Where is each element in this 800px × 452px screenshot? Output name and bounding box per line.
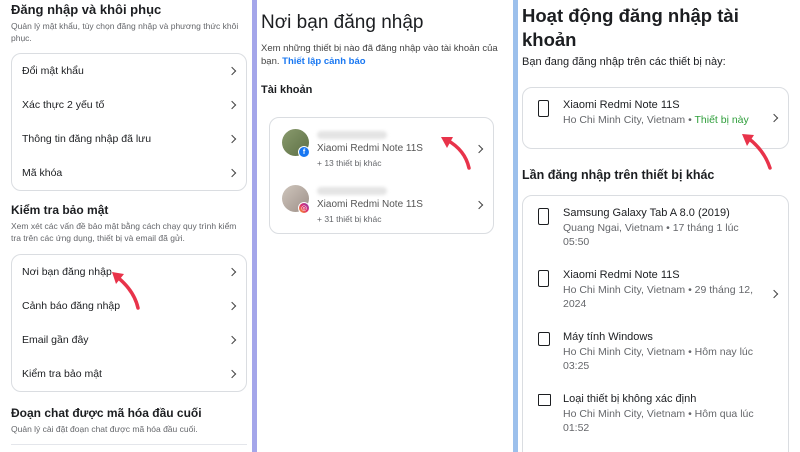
chevron-right-icon xyxy=(227,134,237,144)
computer-icon xyxy=(538,332,550,346)
security-check-card: Nơi bạn đăng nhập Cảnh báo đăng nhập Ema… xyxy=(11,254,247,392)
chevron-right-icon xyxy=(227,100,237,110)
change-password-item[interactable]: Đổi mật khẩu xyxy=(12,54,246,88)
setup-alerts-link[interactable]: Thiết lập cảnh báo xyxy=(282,56,365,67)
current-device-card[interactable]: Xiaomi Redmi Note 11S Ho Chi Minh City, … xyxy=(522,87,789,149)
bottom-card-edge xyxy=(11,444,247,452)
saved-login-item[interactable]: Thông tin đăng nhập đã lưu xyxy=(12,122,246,156)
chevron-right-icon xyxy=(474,144,484,154)
phone-icon xyxy=(538,100,549,117)
login-activity-panel: Hoạt động đăng nhập tài khoản Bạn đang đ… xyxy=(518,0,800,452)
login-recovery-heading: Đăng nhập và khôi phục xyxy=(11,2,162,17)
other-devices-heading: Lần đăng nhập trên thiết bị khác xyxy=(522,168,715,182)
device-meta: Ho Chi Minh City, Vietnam • 29 tháng 12,… xyxy=(563,284,754,310)
two-factor-item[interactable]: Xác thực 2 yếu tố xyxy=(12,88,246,122)
login-recovery-description: Quản lý mật khẩu, tùy chọn đăng nhập và … xyxy=(11,21,239,43)
device-meta: Ho Chi Minh City, Vietnam • Thiết bị này xyxy=(563,113,763,127)
unknown-device-icon xyxy=(538,394,551,406)
device-name: Xiaomi Redmi Note 11S xyxy=(563,99,680,111)
device-meta: Quang Ngai, Vietnam • 17 tháng 1 lúc 05:… xyxy=(563,222,739,248)
device-name: Loại thiết bị không xác định xyxy=(563,393,697,405)
e2e-chat-description: Quản lý cài đặt đoạn chat được mã hóa đầ… xyxy=(11,424,198,434)
item-label: Email gần đây xyxy=(22,334,89,346)
page-title: Hoạt động đăng nhập tài khoản xyxy=(522,5,739,50)
account-more-devices: + 13 thiết bị khác xyxy=(317,158,382,168)
chevron-right-icon xyxy=(769,113,779,123)
page-title: Nơi bạn đăng nhập xyxy=(261,12,424,33)
device-meta: Ho Chi Minh City, Vietnam • Hôm qua lúc … xyxy=(563,408,754,434)
recent-emails-item[interactable]: Email gần đây xyxy=(12,323,246,357)
account-row-instagram[interactable]: ◎ Xiaomi Redmi Note 11S + 31 thiết bị kh… xyxy=(270,177,493,233)
login-options-card: Đổi mật khẩu Xác thực 2 yếu tố Thông tin… xyxy=(11,53,247,191)
item-label: Thông tin đăng nhập đã lưu xyxy=(22,133,152,145)
tablet-icon xyxy=(538,208,549,225)
security-settings-panel: Đăng nhập và khôi phục Quản lý mật khẩu,… xyxy=(0,0,252,452)
item-label: Đổi mật khẩu xyxy=(22,65,84,77)
device-name: Xiaomi Redmi Note 11S xyxy=(563,269,680,281)
chevron-right-icon xyxy=(227,369,237,379)
other-devices-card: Samsung Galaxy Tab A 8.0 (2019) Quang Ng… xyxy=(522,195,789,452)
device-name: Máy tính Windows xyxy=(563,331,653,343)
accounts-card: f Xiaomi Redmi Note 11S + 13 thiết bị kh… xyxy=(269,117,494,234)
phone-icon xyxy=(538,270,549,287)
chevron-right-icon xyxy=(227,267,237,277)
chevron-right-icon xyxy=(227,168,237,178)
chevron-right-icon xyxy=(474,200,484,210)
account-device: Xiaomi Redmi Note 11S xyxy=(317,199,423,210)
security-checkup-item[interactable]: Kiểm tra bảo mật xyxy=(12,357,246,391)
accounts-label: Tài khoản xyxy=(261,84,313,96)
item-label: Cảnh báo đăng nhập xyxy=(22,300,121,312)
passkey-item[interactable]: Mã khóa xyxy=(12,156,246,190)
facebook-icon: f xyxy=(298,146,310,158)
device-location: Ho Chi Minh City, Vietnam • xyxy=(563,114,692,126)
device-meta: Ho Chi Minh City, Vietnam • Hôm nay lúc … xyxy=(563,346,754,372)
device-row-unknown[interactable]: Loại thiết bị không xác định Ho Chi Minh… xyxy=(523,390,788,446)
device-name: Samsung Galaxy Tab A 8.0 (2019) xyxy=(563,207,730,219)
security-check-description: Xem xét các vấn đề bảo mật bằng cách chạ… xyxy=(11,221,237,243)
account-row-facebook[interactable]: f Xiaomi Redmi Note 11S + 13 thiết bị kh… xyxy=(270,121,493,177)
item-label: Kiểm tra bảo mật xyxy=(22,368,102,380)
account-more-devices: + 31 thiết bị khác xyxy=(317,214,382,224)
e2e-chat-heading: Đoạn chat được mã hóa đầu cuối xyxy=(11,406,202,420)
security-check-heading: Kiểm tra bảo mật xyxy=(11,203,109,217)
chevron-right-icon xyxy=(227,335,237,345)
instagram-icon: ◎ xyxy=(298,202,310,214)
login-alerts-item[interactable]: Cảnh báo đăng nhập xyxy=(12,289,246,323)
device-row-windows[interactable]: Máy tính Windows Ho Chi Minh City, Vietn… xyxy=(523,328,788,384)
account-device: Xiaomi Redmi Note 11S xyxy=(317,143,423,154)
device-row-samsung[interactable]: Samsung Galaxy Tab A 8.0 (2019) Quang Ng… xyxy=(523,204,788,260)
device-row-xiaomi[interactable]: Xiaomi Redmi Note 11S Ho Chi Minh City, … xyxy=(523,266,788,322)
page-description: Xem những thiết bị nào đã đăng nhập vào … xyxy=(261,42,506,68)
current-devices-label: Bạn đang đăng nhập trên các thiết bị này… xyxy=(522,56,726,68)
item-label: Nơi bạn đăng nhập xyxy=(22,266,112,278)
chevron-right-icon xyxy=(227,301,237,311)
item-label: Mã khóa xyxy=(22,167,63,179)
chevron-right-icon xyxy=(769,289,779,299)
chevron-right-icon xyxy=(227,66,237,76)
account-name-redacted xyxy=(317,187,387,195)
account-name-redacted xyxy=(317,131,387,139)
where-logged-in-panel: Nơi bạn đăng nhập Xem những thiết bị nào… xyxy=(257,0,513,452)
item-label: Xác thực 2 yếu tố xyxy=(22,99,105,111)
where-logged-in-item[interactable]: Nơi bạn đăng nhập xyxy=(12,255,246,289)
this-device-badge: Thiết bị này xyxy=(694,114,749,126)
